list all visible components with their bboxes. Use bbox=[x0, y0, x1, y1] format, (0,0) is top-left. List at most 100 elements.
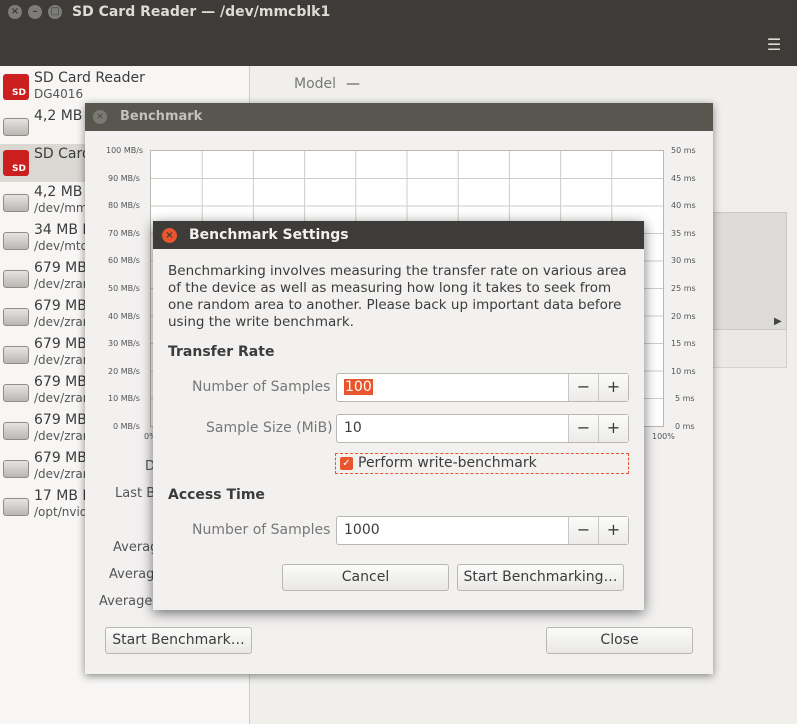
minimize-window-icon[interactable]: – bbox=[28, 5, 42, 19]
sidebar-item-sublabel: DG4016 bbox=[34, 87, 84, 101]
transfer-samples-stepper[interactable]: 100 − + bbox=[336, 373, 629, 402]
stat-label: Last B bbox=[115, 486, 156, 501]
access-samples-label: Number of Samples bbox=[192, 522, 331, 538]
maximize-window-icon[interactable]: □ bbox=[48, 5, 62, 19]
y-tick-left: 60 MB/s bbox=[108, 256, 140, 265]
y-tick-left: 80 MB/s bbox=[108, 201, 140, 210]
y-tick-left: 90 MB/s bbox=[108, 174, 140, 183]
decrement-button[interactable]: − bbox=[568, 415, 598, 442]
y-tick-right: 30 ms bbox=[671, 256, 696, 265]
drive-icon bbox=[3, 194, 29, 212]
close-button[interactable]: Close bbox=[546, 627, 693, 654]
y-tick-right: 5 ms bbox=[675, 394, 695, 403]
sidebar-item-label: 34 MB B bbox=[34, 222, 93, 238]
sidebar-item-label: SD Card Reader bbox=[34, 70, 145, 86]
benchmark-title: Benchmark bbox=[120, 109, 203, 124]
sidebar-item-label: 679 MB bbox=[34, 412, 87, 428]
sidebar-item-label: 679 MB bbox=[34, 336, 87, 352]
y-tick-right: 50 ms bbox=[671, 146, 696, 155]
y-tick-left: 70 MB/s bbox=[108, 229, 140, 238]
sidebar-item-sublabel: /dev/mto bbox=[34, 239, 88, 253]
drive-icon bbox=[3, 270, 29, 288]
checkmark-icon[interactable]: ✓ bbox=[340, 457, 353, 470]
settings-title: Benchmark Settings bbox=[189, 227, 349, 243]
stat-label: Averag bbox=[109, 567, 155, 582]
sidebar-item-sublabel: /dev/zrar bbox=[34, 277, 88, 291]
y-tick-right: 0 ms bbox=[675, 422, 695, 431]
close-icon[interactable]: × bbox=[162, 228, 177, 243]
y-tick-right: 10 ms bbox=[671, 367, 696, 376]
sidebar-item-label: 679 MB bbox=[34, 298, 87, 314]
drive-icon bbox=[3, 346, 29, 364]
decrement-button[interactable]: − bbox=[568, 517, 598, 544]
model-label: Model bbox=[294, 76, 337, 92]
sidebar-item-label: 679 MB bbox=[34, 374, 87, 390]
cancel-button[interactable]: Cancel bbox=[282, 564, 449, 591]
sidebar-item-sublabel: /dev/zrar bbox=[34, 467, 88, 481]
y-tick-left: 0 MB/s bbox=[113, 422, 140, 431]
drive-icon bbox=[3, 384, 29, 402]
volume-next-arrow-icon[interactable]: ▶ bbox=[774, 316, 782, 327]
sidebar-item-label: 679 MB bbox=[34, 260, 87, 276]
stat-label: Averag bbox=[113, 540, 159, 555]
sidebar-item-sublabel: /dev/zrar bbox=[34, 353, 88, 367]
sample-size-stepper[interactable]: 10 − + bbox=[336, 414, 629, 443]
y-tick-right: 40 ms bbox=[671, 201, 696, 210]
write-benchmark-label[interactable]: Perform write-benchmark bbox=[358, 455, 537, 471]
drive-icon bbox=[3, 422, 29, 440]
sidebar-item-label: 679 MB bbox=[34, 450, 87, 466]
y-tick-left: 20 MB/s bbox=[108, 367, 140, 376]
model-value: — bbox=[346, 76, 360, 92]
sidebar-item-label: SD Card bbox=[34, 146, 91, 162]
transfer-samples-label: Number of Samples bbox=[192, 379, 331, 395]
close-icon[interactable]: × bbox=[93, 110, 107, 124]
sidebar-item-sd-card-reader[interactable]: SD SD Card Reader DG4016 bbox=[0, 68, 249, 106]
start-benchmarking-button[interactable]: Start Benchmarking… bbox=[457, 564, 624, 591]
drive-icon bbox=[3, 308, 29, 326]
sidebar-item-sublabel: /dev/zrar bbox=[34, 315, 88, 329]
y-tick-left: 10 MB/s bbox=[108, 394, 140, 403]
transfer-samples-value[interactable]: 100 bbox=[344, 379, 373, 395]
x-tick-end: 100% bbox=[652, 432, 675, 441]
transfer-rate-heading: Transfer Rate bbox=[168, 344, 275, 360]
hamburger-menu-icon[interactable]: ☰ bbox=[761, 32, 787, 58]
settings-titlebar: × Benchmark Settings bbox=[153, 221, 644, 249]
sidebar-item-sublabel: /dev/zrar bbox=[34, 391, 88, 405]
y-tick-right: 35 ms bbox=[671, 229, 696, 238]
sidebar-item-sublabel: /dev/mm bbox=[34, 201, 88, 215]
increment-button[interactable]: + bbox=[598, 517, 628, 544]
benchmark-titlebar: × Benchmark bbox=[85, 103, 713, 131]
y-tick-left: 40 MB/s bbox=[108, 312, 140, 321]
start-benchmark-button[interactable]: Start Benchmark… bbox=[105, 627, 252, 654]
benchmark-settings-dialog: × Benchmark Settings Benchmarking involv… bbox=[153, 221, 644, 610]
decrement-button[interactable]: − bbox=[568, 374, 598, 401]
drive-icon bbox=[3, 498, 29, 516]
y-tick-left: 100 MB/s bbox=[106, 146, 144, 155]
increment-button[interactable]: + bbox=[598, 374, 628, 401]
access-time-heading: Access Time bbox=[168, 487, 265, 503]
header-bar: ☰ bbox=[0, 26, 797, 66]
sidebar-item-sublabel: /opt/nvid bbox=[34, 505, 88, 519]
drive-icon bbox=[3, 232, 29, 250]
access-samples-value[interactable]: 1000 bbox=[344, 522, 380, 538]
drive-icon bbox=[3, 118, 29, 136]
sd-card-icon: SD bbox=[3, 74, 29, 100]
increment-button[interactable]: + bbox=[598, 415, 628, 442]
sd-card-icon: SD bbox=[3, 150, 29, 176]
stat-label: Average bbox=[99, 594, 153, 609]
access-samples-stepper[interactable]: 1000 − + bbox=[336, 516, 629, 545]
y-tick-right: 15 ms bbox=[671, 339, 696, 348]
y-tick-right: 20 ms bbox=[671, 312, 696, 321]
write-benchmark-checkbox[interactable]: ✓ Perform write-benchmark bbox=[335, 453, 629, 474]
window-title: SD Card Reader — /dev/mmcblk1 bbox=[72, 4, 331, 20]
sample-size-label: Sample Size (MiB) bbox=[206, 420, 333, 436]
sample-size-value[interactable]: 10 bbox=[344, 420, 362, 436]
y-tick-right: 25 ms bbox=[671, 284, 696, 293]
settings-description: Benchmarking involves measuring the tran… bbox=[168, 263, 627, 330]
window-titlebar: × – □ SD Card Reader — /dev/mmcblk1 bbox=[0, 0, 797, 26]
y-tick-right: 45 ms bbox=[671, 174, 696, 183]
sidebar-item-sublabel: /dev/zrar bbox=[34, 429, 88, 443]
close-window-icon[interactable]: × bbox=[8, 5, 22, 19]
drive-icon bbox=[3, 460, 29, 478]
y-tick-left: 50 MB/s bbox=[108, 284, 140, 293]
